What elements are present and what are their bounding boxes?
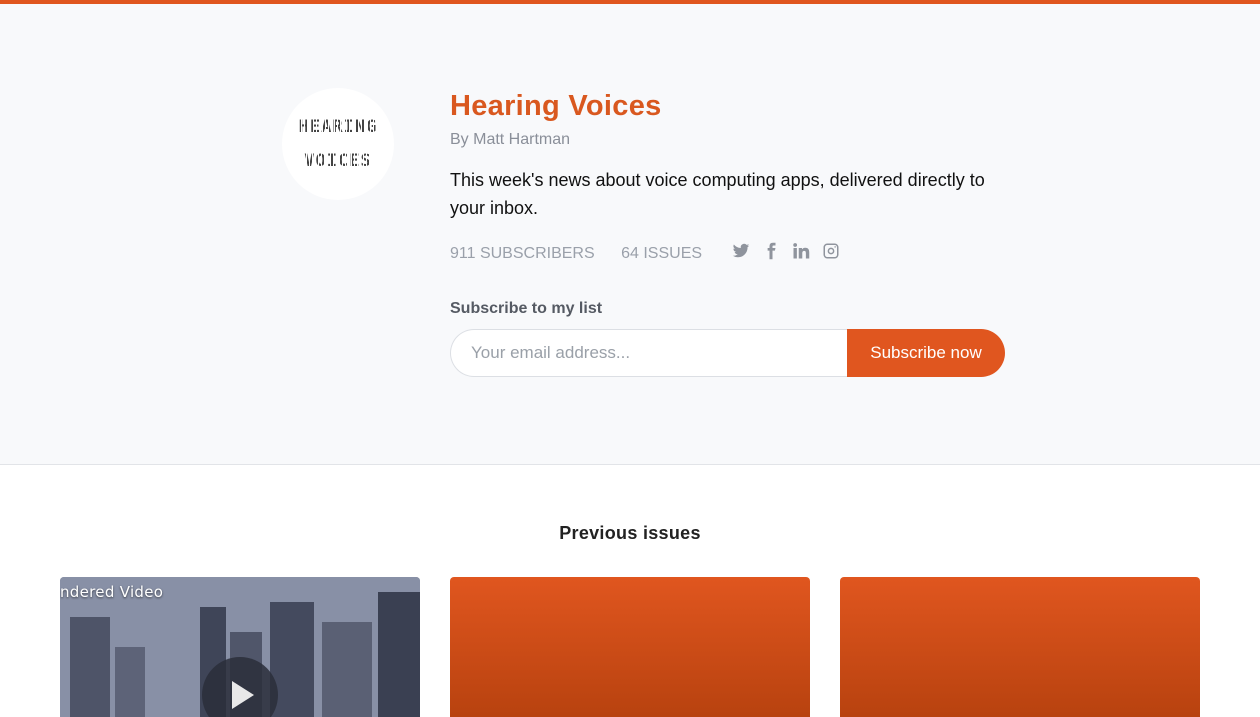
issue-card-1[interactable]: ndered Video (60, 577, 420, 717)
newsletter-description: This week's news about voice computing a… (450, 170, 985, 218)
author-byline: By Matt Hartman (450, 131, 571, 148)
subscriber-count: 911 SUBSCRIBERS (450, 245, 595, 262)
instagram-icon[interactable] (822, 242, 840, 260)
newsletter-stats: 911 SUBSCRIBERS 64 ISSUES (450, 245, 724, 263)
newsletter-header: HEARING VOICES Hearing Voices By Matt Ha… (0, 4, 1260, 465)
newsletter-logo: HEARING VOICES (282, 88, 394, 200)
previous-issues-heading: Previous issues (559, 523, 701, 543)
logo-line-2: VOICES (304, 144, 371, 178)
issue-card-2[interactable] (450, 577, 810, 717)
email-input[interactable] (450, 329, 848, 377)
social-links (732, 242, 840, 260)
issue-card-3[interactable] (840, 577, 1200, 717)
video-label: ndered Video (60, 583, 164, 601)
subscribe-button[interactable]: Subscribe now (847, 329, 1005, 377)
facebook-icon[interactable] (762, 242, 780, 260)
issue-count: 64 ISSUES (621, 245, 703, 262)
newsletter-title: Hearing Voices (450, 90, 662, 122)
twitter-icon[interactable] (732, 242, 750, 260)
subscribe-label: Subscribe to my list (450, 300, 603, 317)
logo-line-1: HEARING (299, 110, 378, 144)
linkedin-icon[interactable] (792, 242, 810, 260)
